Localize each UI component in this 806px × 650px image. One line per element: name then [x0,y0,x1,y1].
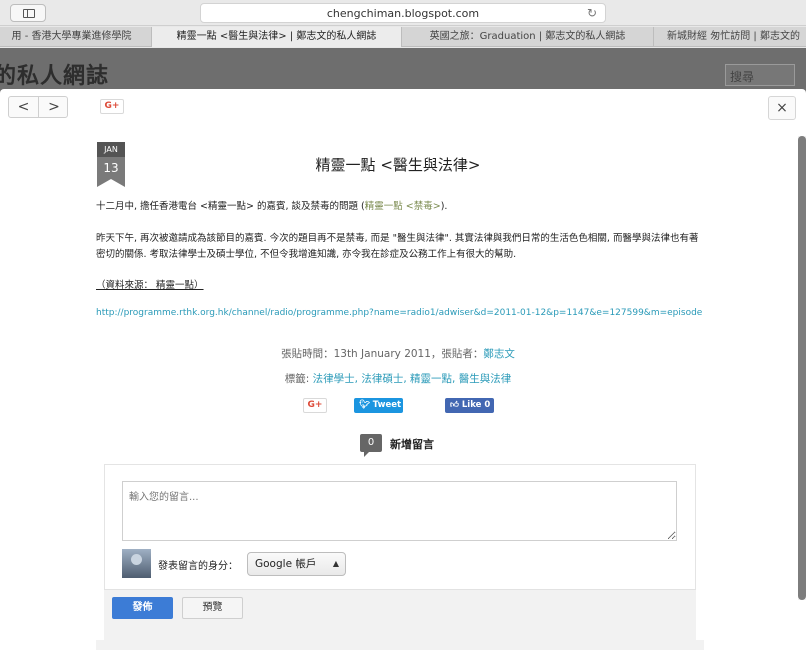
blog-title[interactable]: 的私人網誌 [0,58,109,90]
paragraph-1: 十二月中, 擔任香港電台 <精靈一點> 的嘉賓, 談及禁毒的問題 (精靈一點 <… [96,199,706,215]
paragraph-1-text: 十二月中, 擔任香港電台 <精靈一點> 的嘉賓, 談及禁毒的問題 ( [96,201,365,212]
posted-label: 張貼時間： [281,348,334,360]
comment-input[interactable] [122,481,677,541]
next-post-button[interactable]: > [39,97,69,117]
author-link[interactable]: 鄭志文 [483,348,515,360]
source-link[interactable]: （資料來源： 精靈一點） [96,277,204,291]
address-bar[interactable]: chengchiman.blogspot.com ↻ [200,3,606,23]
post-nav: < > [8,96,68,118]
paragraph-1-end: ). [440,201,448,212]
date-badge-tail [97,179,125,187]
like-label: Like [461,400,482,410]
author-label: ，張貼者： [430,348,484,360]
post-title: 精靈一點 <醫生與法律> [315,156,481,174]
labels-links[interactable]: 法律學士, 法律碩士, 精靈一點, 醫生與法律 [313,373,512,385]
thumbs-up-icon: 👍︎ [450,400,459,410]
post-meta: 張貼時間：13th January 2011，張貼者：鄭志文 [200,346,596,361]
previous-post-button[interactable]: < [9,97,39,117]
identity-label: 發表留言的身分： [158,561,238,572]
related-post-link[interactable]: 精靈一點 <禁毒> [365,201,441,212]
tab-current-post[interactable]: 精靈一點 <醫生與法律> | 鄭志文的私人網誌 [152,27,402,47]
comments-heading: 新增留言 [390,438,434,451]
paragraph-2: 昨天下午, 再次被邀請成為該節目的嘉賓. 今次的題目再不是禁毒, 而是 "醫生與… [96,233,699,260]
identity-value: Google 帳戶 [255,558,317,570]
posted-date: 13th January 2011 [333,348,431,360]
tab-uk-trip[interactable]: 英國之旅：Graduation | 鄭志文的私人網誌 [402,27,654,47]
browser-toolbar: chengchiman.blogspot.com ↻ [0,0,806,26]
tweet-button[interactable]: 🐦︎ Tweet [354,398,403,413]
tab-hku-space[interactable]: 用 - 香港大學專業進修學院 [0,27,152,47]
scrollbar-thumb[interactable] [798,136,806,600]
avatar [122,549,151,578]
comment-count-badge: 0 [360,434,382,457]
labels-label: 標籤: [284,373,313,385]
like-count: 0 [484,400,491,410]
post-labels: 標籤: 法律學士, 法律碩士, 精靈一點, 醫生與法律 [200,371,596,386]
date-month: JAN [97,142,125,157]
sidebar-toggle-button[interactable] [10,4,46,22]
programme-link[interactable]: http://programme.rthk.org.hk/channel/rad… [96,308,702,318]
date-day: 13 [97,157,125,179]
publish-button[interactable]: 發佈 [112,597,173,619]
date-badge: JAN 13 [97,142,125,188]
blog-search-input[interactable]: 搜尋 [725,64,795,86]
preview-button[interactable]: 預覽 [182,597,243,619]
tab-metro-finance[interactable]: 新城財經 匆忙訪問 | 鄭志文的 [654,27,806,47]
bottom-strip [96,640,704,650]
close-button[interactable]: × [768,96,796,120]
sidebar-icon [23,9,35,18]
gplus-share-button[interactable]: G+ [100,99,124,114]
share-gplus-button[interactable]: G+ [303,398,327,413]
identity-select[interactable]: Google 帳戶 ▲ [247,552,346,576]
tweet-label: Tweet [372,400,402,410]
tab-bar: 用 - 香港大學專業進修學院 精靈一點 <醫生與法律> | 鄭志文的私人網誌 英… [0,27,806,47]
reload-icon[interactable]: ↻ [587,6,597,20]
url-text: chengchiman.blogspot.com [326,7,480,20]
updown-arrow-icon: ▲ [332,559,339,568]
facebook-like-button[interactable]: 👍︎ Like 0 [445,398,494,413]
twitter-bird-icon: 🐦︎ [359,400,370,410]
